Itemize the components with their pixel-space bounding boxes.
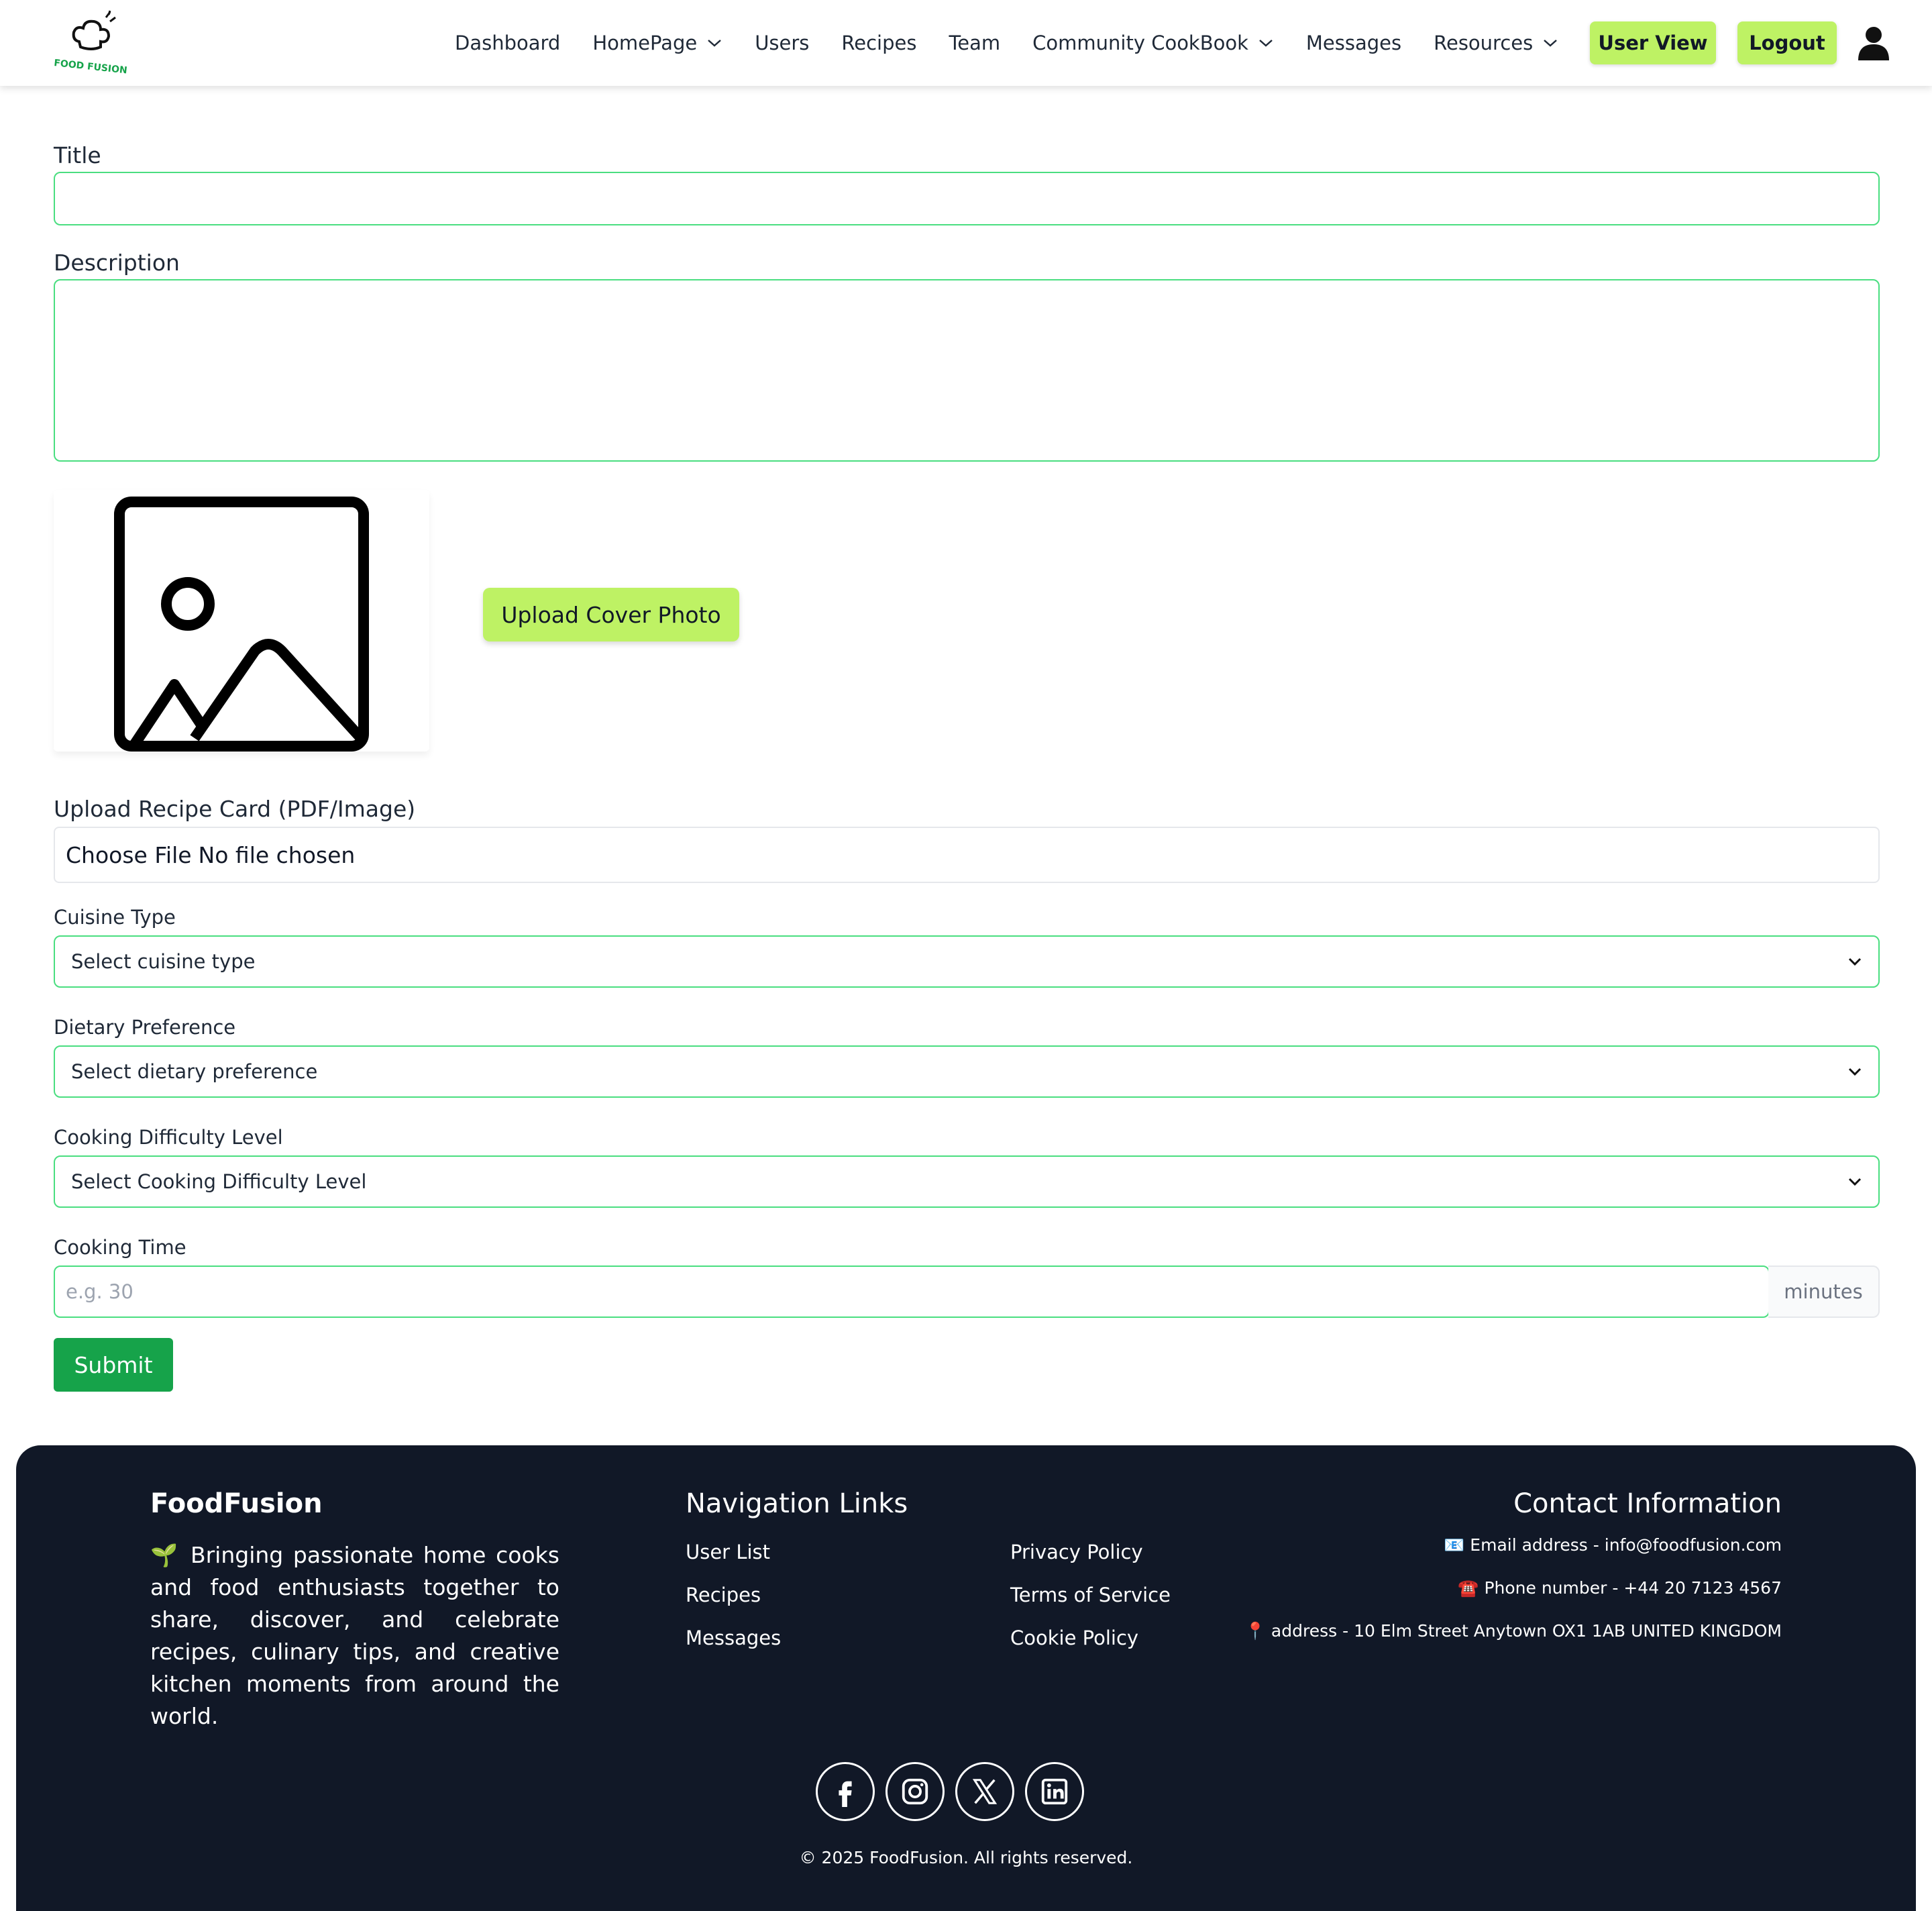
no-file-text: No file chosen xyxy=(198,841,356,868)
cuisine-select[interactable]: Select cuisine type xyxy=(54,935,1880,988)
description-field[interactable] xyxy=(54,279,1880,462)
nav-recipes[interactable]: Recipes xyxy=(841,32,916,54)
footer-brand-title: FoodFusion xyxy=(150,1488,323,1519)
chevron-down-icon xyxy=(1259,40,1273,47)
nav-dashboard[interactable]: Dashboard xyxy=(455,32,560,54)
dietary-select[interactable]: Select dietary preference xyxy=(54,1045,1880,1098)
footer-brand-description: 🌱 Bringing passionate home cooks and foo… xyxy=(150,1542,559,1729)
user-view-button[interactable]: User View xyxy=(1590,21,1716,64)
difficulty-select[interactable]: Select Cooking Difficulty Level xyxy=(54,1155,1880,1208)
image-icon xyxy=(114,497,369,752)
cooking-time-label: Cooking Time xyxy=(54,1236,186,1259)
site-footer: FoodFusion 🌱 Bringing passionate home co… xyxy=(16,1445,1916,1911)
nav-resources[interactable]: Resources xyxy=(1434,32,1558,54)
recipe-card-label: Upload Recipe Card (PDF/Image) xyxy=(54,796,416,822)
logout-button[interactable]: Logout xyxy=(1737,21,1837,64)
upload-cover-photo-button[interactable]: Upload Cover Photo xyxy=(483,588,739,641)
food-fusion-logo[interactable]: FOOD FUSION xyxy=(52,9,146,76)
footer-link-messages[interactable]: Messages xyxy=(686,1626,781,1649)
title-input[interactable] xyxy=(55,173,1878,224)
nav-homepage[interactable]: HomePage xyxy=(592,32,722,54)
top-navbar: FOOD FUSION Dashboard HomePage Users Rec… xyxy=(0,0,1932,86)
footer-link-user-list[interactable]: User List xyxy=(686,1541,770,1563)
x-twitter-icon[interactable] xyxy=(955,1762,1014,1821)
cuisine-selected-value: Select cuisine type xyxy=(71,950,256,973)
social-links xyxy=(816,1762,1095,1821)
nav-team[interactable]: Team xyxy=(949,32,1000,54)
cooking-time-field[interactable] xyxy=(54,1266,1770,1318)
footer-link-privacy-policy[interactable]: Privacy Policy xyxy=(1010,1541,1143,1563)
nav-users[interactable]: Users xyxy=(755,32,809,54)
linkedin-icon[interactable] xyxy=(1025,1762,1084,1821)
contact-phone: ☎️ Phone number - +44 20 7123 4567 xyxy=(1458,1578,1782,1598)
copyright-text: © 2025 FoodFusion. All rights reserved. xyxy=(799,1848,1133,1867)
cover-photo-preview xyxy=(54,490,429,752)
dietary-selected-value: Select dietary preference xyxy=(71,1060,318,1083)
dietary-label: Dietary Preference xyxy=(54,1016,236,1039)
chevron-down-icon xyxy=(708,40,722,47)
cuisine-label: Cuisine Type xyxy=(54,906,176,929)
footer-link-cookie-policy[interactable]: Cookie Policy xyxy=(1010,1626,1138,1649)
logo-text: FOOD FUSION xyxy=(54,58,128,76)
footer-link-terms-of-service[interactable]: Terms of Service xyxy=(1010,1584,1171,1606)
chevron-down-icon xyxy=(1544,40,1558,47)
title-label: Title xyxy=(54,142,101,168)
chevron-down-icon xyxy=(1848,958,1862,966)
footer-nav-title: Navigation Links xyxy=(686,1488,908,1519)
user-icon[interactable] xyxy=(1857,25,1890,60)
difficulty-label: Cooking Difficulty Level xyxy=(54,1126,283,1149)
cooking-time-input[interactable] xyxy=(66,1280,1768,1303)
choose-file-button[interactable]: Choose File xyxy=(66,842,192,868)
footer-contact-title: Contact Information xyxy=(1513,1488,1782,1519)
chevron-down-icon xyxy=(1848,1178,1862,1186)
title-field[interactable] xyxy=(54,172,1880,225)
main-nav: Dashboard HomePage Users Recipes Team Co… xyxy=(455,0,1591,86)
facebook-icon[interactable] xyxy=(816,1762,875,1821)
contact-address: 📍 address - 10 Elm Street Anytown OX1 1A… xyxy=(1244,1621,1782,1641)
nav-community-cookbook[interactable]: Community CookBook xyxy=(1032,32,1274,54)
description-textarea[interactable] xyxy=(55,280,1878,460)
submit-button[interactable]: Submit xyxy=(54,1338,173,1392)
nav-messages[interactable]: Messages xyxy=(1306,32,1401,54)
contact-email: 📧 Email address - info@foodfusion.com xyxy=(1444,1535,1782,1555)
chevron-down-icon xyxy=(1848,1068,1862,1076)
minutes-addon: minutes xyxy=(1768,1266,1880,1318)
difficulty-selected-value: Select Cooking Difficulty Level xyxy=(71,1170,367,1193)
recipe-card-file-input[interactable]: Choose File No file chosen xyxy=(54,827,1880,883)
description-label: Description xyxy=(54,250,180,276)
instagram-icon[interactable] xyxy=(885,1762,945,1821)
footer-link-recipes[interactable]: Recipes xyxy=(686,1584,761,1606)
